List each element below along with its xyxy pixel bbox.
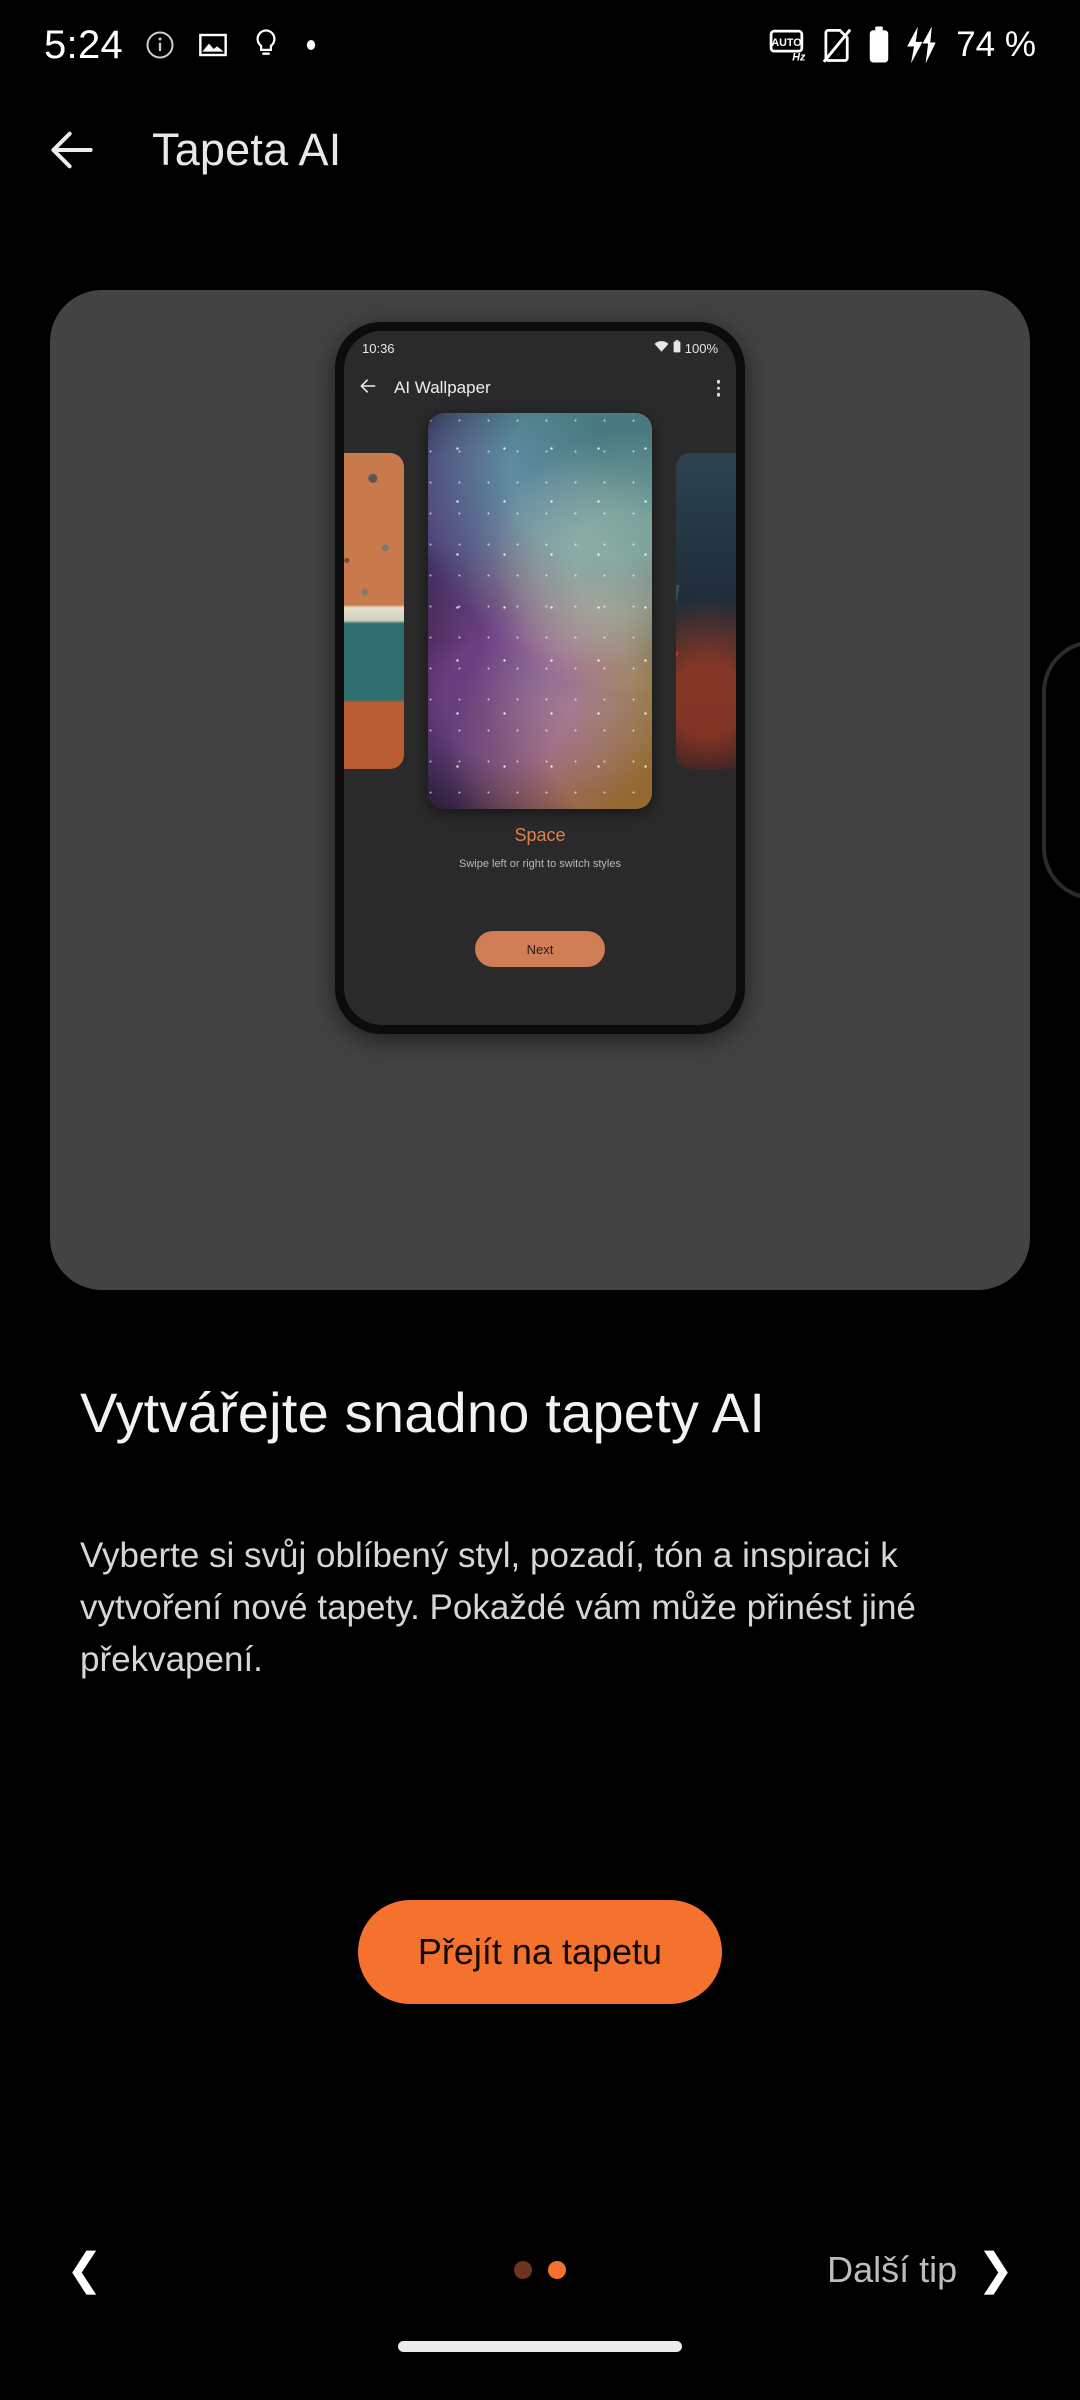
mock-status-time: 10:36: [362, 340, 395, 356]
info-circle-icon: [145, 30, 175, 60]
phone-mockup-screen: 10:36 100% AI Wallpaper Space Swipe left…: [344, 331, 736, 1025]
app-bar: Tapeta AI: [0, 95, 1080, 205]
status-bar-left: 5:24: [44, 23, 319, 68]
home-indicator[interactable]: [398, 2341, 682, 2352]
wallpaper-style-hint: Swipe left or right to switch styles: [458, 858, 621, 870]
battery-icon: [866, 25, 892, 65]
wallpaper-style-name: Space: [514, 825, 566, 845]
wallpaper-carousel[interactable]: ❮ ❯: [344, 413, 736, 809]
page-title: Tapeta AI: [152, 124, 342, 175]
dot-icon: [303, 37, 319, 53]
wallpaper-thumb-next[interactable]: ❯: [676, 453, 736, 769]
mock-battery-percent: 100%: [684, 340, 718, 356]
status-time: 5:24: [44, 22, 124, 67]
lightbulb-icon: [251, 28, 281, 62]
pagination-dot-1[interactable]: [514, 2261, 532, 2279]
hero-card-area: 10:36 100% AI Wallpaper Space Swipe left…: [0, 290, 1080, 1290]
star-field: [428, 413, 652, 809]
next-tip-button[interactable]: Další tip ❯: [827, 2248, 1014, 2292]
status-bar-right: AUTO Hz 74 %: [768, 24, 1036, 66]
mock-back-button[interactable]: [358, 376, 378, 401]
mock-battery-icon: [673, 340, 681, 356]
back-button[interactable]: [24, 102, 120, 198]
wallpaper-thumb-prev[interactable]: ❮: [344, 453, 404, 769]
mock-status-bar: 10:36 100%: [344, 331, 736, 365]
battery-percent: 74 %: [956, 25, 1036, 64]
chevron-right-icon: ❯: [977, 2245, 1014, 2294]
chevron-left-icon: ❮: [66, 2245, 103, 2294]
mock-app-bar: AI Wallpaper: [344, 365, 736, 411]
bottom-nav-bar: ❮ Další tip ❯: [0, 2220, 1080, 2320]
svg-text:AUTO: AUTO: [772, 37, 802, 49]
wifi-icon: [654, 340, 669, 356]
auto-hz-icon: AUTO Hz: [768, 25, 808, 65]
app-screen: 5:24 AUTO Hz 74 % Tapeta AI 10:36 100% A…: [0, 0, 1080, 2400]
status-bar: 5:24 AUTO Hz 74 %: [0, 0, 1080, 90]
pagination-dots: [514, 2261, 566, 2279]
arrow-left-icon: [360, 378, 376, 393]
hero-illustration-card: 10:36 100% AI Wallpaper Space Swipe left…: [50, 290, 1030, 1290]
next-card-peek[interactable]: [1042, 640, 1080, 900]
phone-mockup: 10:36 100% AI Wallpaper Space Swipe left…: [335, 322, 745, 1034]
next-tip-label: Další tip: [827, 2249, 958, 2290]
mock-page-title: AI Wallpaper: [394, 378, 491, 397]
svg-text:Hz: Hz: [792, 51, 806, 63]
mock-next-button[interactable]: Next: [475, 931, 605, 967]
pagination-dot-2[interactable]: [548, 2261, 566, 2279]
prev-tip-button[interactable]: ❮: [66, 2248, 103, 2292]
more-vert-icon[interactable]: [716, 379, 720, 397]
image-icon: [197, 29, 229, 61]
no-sim-icon: [820, 26, 854, 64]
wallpaper-preview-active[interactable]: [428, 413, 652, 809]
charging-bolt-icon: [904, 24, 938, 66]
go-to-wallpaper-button[interactable]: Přejít na tapetu: [358, 1900, 722, 2004]
tip-description: Vyberte si svůj oblíbený styl, pozadí, t…: [80, 1536, 916, 1679]
tip-headline: Vytvářejte snadno tapety AI: [80, 1381, 766, 1444]
arrow-left-icon: [51, 131, 93, 169]
